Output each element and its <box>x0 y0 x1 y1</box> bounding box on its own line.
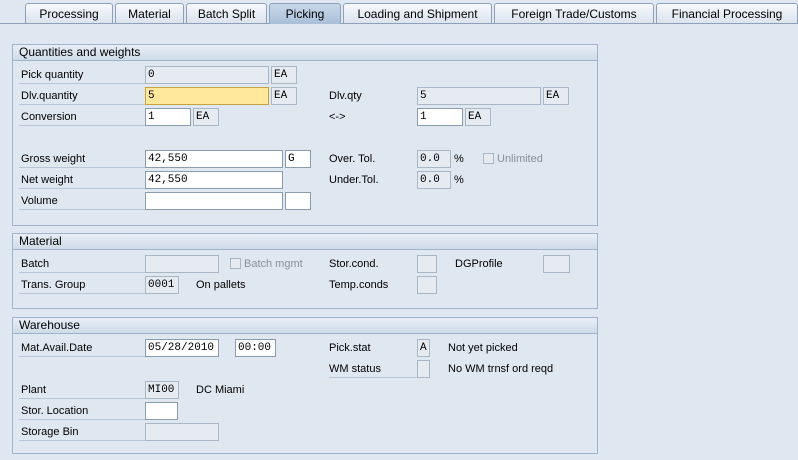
storage-condition-label: Stor.cond. <box>329 258 379 270</box>
under-tolerance-field[interactable]: 0.0 <box>417 171 451 189</box>
storage-condition-field[interactable] <box>417 255 437 273</box>
dg-profile-field[interactable] <box>543 255 570 273</box>
pick-quantity-label: Pick quantity <box>19 66 145 84</box>
warehouse-group: Warehouse Mat.Avail.Date 05/28/2010 00:0… <box>12 317 598 454</box>
pick-status-text: Not yet picked <box>448 342 518 354</box>
wm-status-field[interactable] <box>417 360 430 378</box>
dlv-qty-label: Dlv.qty <box>329 90 362 102</box>
batch-mgmt-label: Batch mgmt <box>244 258 303 270</box>
wm-status-label: WM status <box>329 360 417 378</box>
dlv-uom-field[interactable]: EA <box>271 87 297 105</box>
pick-status-field[interactable]: A <box>417 339 430 357</box>
batch-field[interactable] <box>145 255 219 273</box>
over-tolerance-unit: % <box>454 153 464 165</box>
conversion-base-field[interactable]: 1 <box>417 108 463 126</box>
material-group: Material Batch Batch mgmt Stor.cond. DGP… <box>12 233 598 309</box>
pick-status-label: Pick.stat <box>329 342 371 354</box>
tab-picking[interactable]: Picking <box>269 3 341 24</box>
over-tolerance-label: Over. Tol. <box>329 153 376 165</box>
plant-label: Plant <box>19 381 145 399</box>
volume-unit-field[interactable] <box>285 192 311 210</box>
plant-text: DC Miami <box>196 384 245 396</box>
quantities-weights-group: Quantities and weights Pick quantity 0 E… <box>12 44 598 226</box>
dlv-qty-uom-field[interactable]: EA <box>543 87 569 105</box>
under-tolerance-label: Under.Tol. <box>329 174 379 186</box>
unlimited-checkbox[interactable] <box>483 153 494 164</box>
mat-avail-date-field[interactable]: 05/28/2010 <box>145 339 219 357</box>
under-tolerance-unit: % <box>454 174 464 186</box>
trans-group-text: On pallets <box>196 279 246 291</box>
batch-label: Batch <box>19 255 145 273</box>
conversion-field[interactable]: 1 <box>145 108 191 126</box>
conversion-arrow-label: <-> <box>329 111 346 123</box>
storage-bin-label: Storage Bin <box>19 423 145 441</box>
pick-quantity-field[interactable]: 0 <box>145 66 269 84</box>
dlv-quantity-field[interactable]: 5 <box>145 87 269 105</box>
dlv-quantity-label: Dlv.quantity <box>19 87 145 105</box>
volume-field[interactable] <box>145 192 283 210</box>
trans-group-field[interactable]: 0001 <box>145 276 179 294</box>
tab-material[interactable]: Material <box>115 3 184 23</box>
volume-label: Volume <box>19 192 145 210</box>
dlv-qty-field[interactable]: 5 <box>417 87 541 105</box>
group-title: Quantities and weights <box>13 45 597 61</box>
tab-processing[interactable]: Processing <box>25 3 113 23</box>
gross-weight-label: Gross weight <box>19 150 145 168</box>
conversion-base-uom-field[interactable]: EA <box>465 108 491 126</box>
conversion-uom-field[interactable]: EA <box>193 108 219 126</box>
pick-uom-field[interactable]: EA <box>271 66 297 84</box>
storage-location-label: Stor. Location <box>19 402 145 420</box>
temp-conds-field[interactable] <box>417 276 437 294</box>
tab-strip: Processing Material Batch Split Picking … <box>0 0 798 24</box>
temp-conds-label: Temp.conds <box>329 279 389 291</box>
batch-mgmt-checkbox[interactable] <box>230 258 241 269</box>
group-title: Warehouse <box>13 318 597 334</box>
group-title: Material <box>13 234 597 250</box>
over-tolerance-field[interactable]: 0.0 <box>417 150 451 168</box>
weight-unit-field[interactable]: G <box>285 150 311 168</box>
storage-bin-field[interactable] <box>145 423 219 441</box>
tab-loading-and-shipment[interactable]: Loading and Shipment <box>343 3 492 23</box>
wm-status-text: No WM trnsf ord reqd <box>448 363 554 375</box>
dg-profile-label: DGProfile <box>455 258 503 270</box>
conversion-label: Conversion <box>19 108 145 126</box>
mat-avail-date-label: Mat.Avail.Date <box>19 339 145 357</box>
unlimited-label: Unlimited <box>497 153 543 165</box>
tab-financial-processing[interactable]: Financial Processing <box>656 3 798 23</box>
storage-location-field[interactable] <box>145 402 178 420</box>
picking-tab-panel: Quantities and weights Pick quantity 0 E… <box>0 24 798 460</box>
tab-foreign-trade-customs[interactable]: Foreign Trade/Customs <box>494 3 654 23</box>
gross-weight-field[interactable]: 42,550 <box>145 150 283 168</box>
plant-field[interactable]: MI00 <box>145 381 179 399</box>
trans-group-label: Trans. Group <box>19 276 145 294</box>
mat-avail-time-field[interactable]: 00:00 <box>235 339 276 357</box>
net-weight-label: Net weight <box>19 171 145 189</box>
tab-batch-split[interactable]: Batch Split <box>186 3 267 23</box>
net-weight-field[interactable]: 42,550 <box>145 171 283 189</box>
